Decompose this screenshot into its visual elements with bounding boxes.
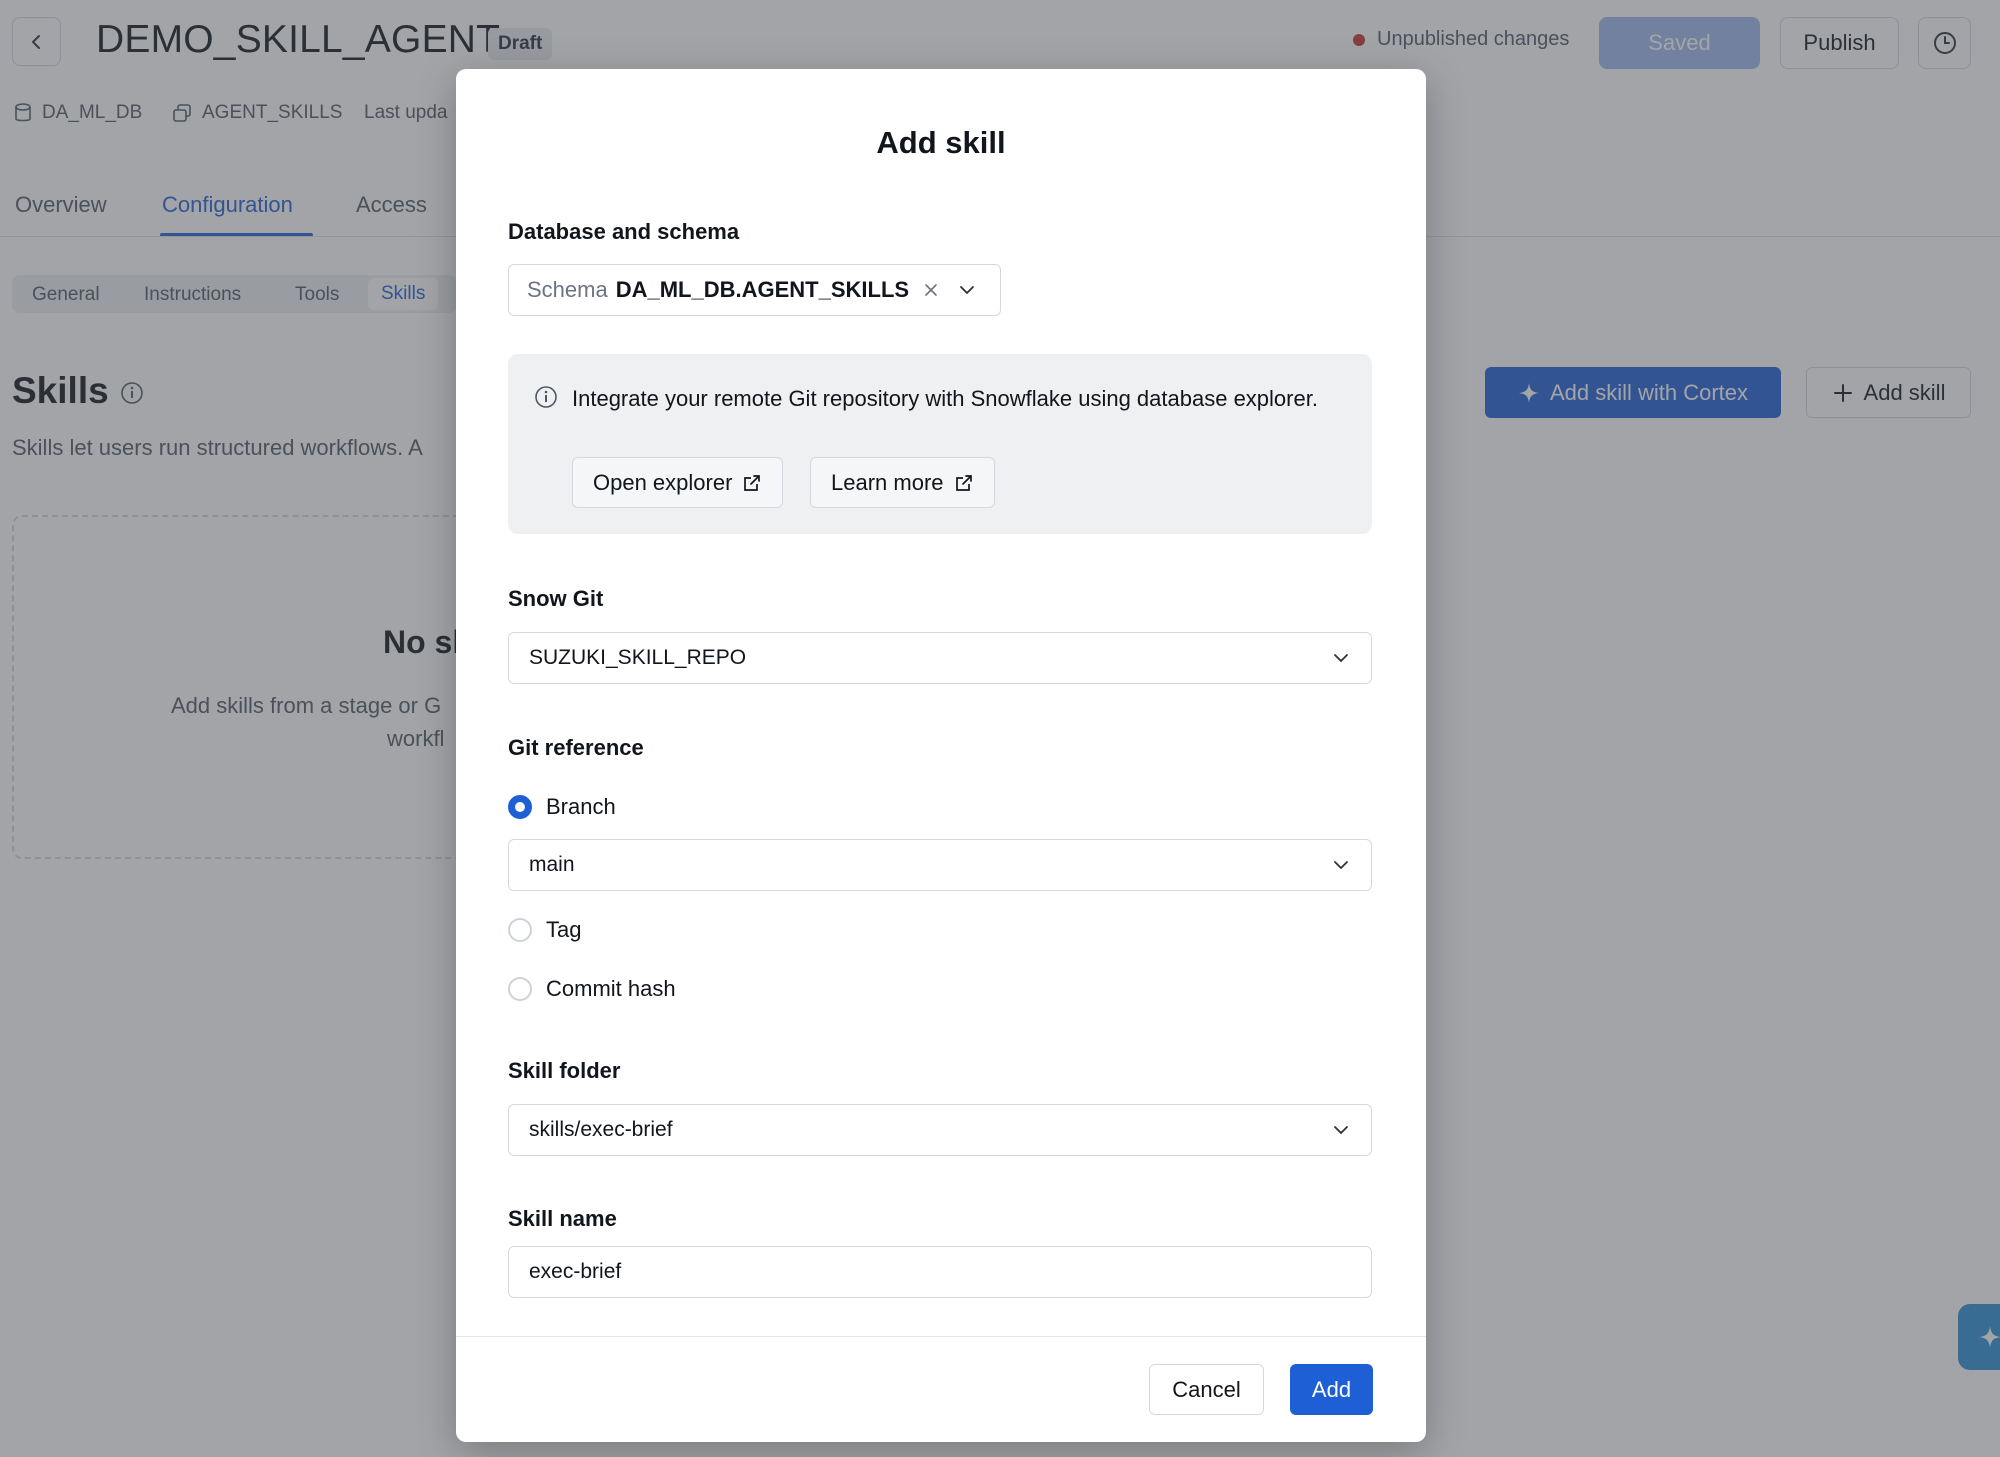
radio-tag-control[interactable] bbox=[508, 918, 532, 942]
chevron-down-icon bbox=[1334, 654, 1348, 662]
git-info-banner: Integrate your remote Git repository wit… bbox=[508, 354, 1372, 534]
dialog-title: Add skill bbox=[876, 125, 1006, 160]
chevron-down-icon bbox=[1334, 1126, 1348, 1134]
chevron-down-icon bbox=[1334, 861, 1348, 869]
radio-tag[interactable]: Tag bbox=[508, 917, 581, 943]
radio-commit-hash-label: Commit hash bbox=[546, 976, 676, 1001]
radio-branch-control[interactable] bbox=[508, 795, 532, 819]
snow-git-value: SUZUKI_SKILL_REPO bbox=[529, 646, 747, 669]
skill-folder-value: skills/exec-brief bbox=[529, 1118, 673, 1141]
open-explorer-label: Open explorer bbox=[593, 469, 733, 495]
snow-git-select[interactable]: SUZUKI_SKILL_REPO bbox=[508, 632, 1372, 684]
cancel-button[interactable]: Cancel bbox=[1149, 1364, 1264, 1415]
external-link-icon bbox=[955, 474, 972, 491]
learn-more-button[interactable]: Learn more bbox=[810, 457, 995, 508]
radio-branch[interactable]: Branch bbox=[508, 794, 616, 820]
radio-commit-hash-control[interactable] bbox=[508, 977, 532, 1001]
branch-select[interactable]: main bbox=[508, 839, 1372, 891]
skill-name-label: Skill name bbox=[508, 1206, 617, 1231]
radio-branch-label: Branch bbox=[546, 794, 616, 819]
dialog-footer-divider bbox=[456, 1336, 1426, 1337]
schema-select[interactable]: Schema DA_ML_DB.AGENT_SKILLS bbox=[508, 264, 1001, 316]
chevron-down-icon[interactable] bbox=[957, 280, 977, 300]
add-button[interactable]: Add bbox=[1290, 1364, 1373, 1415]
schema-value: DA_ML_DB.AGENT_SKILLS bbox=[615, 277, 910, 302]
radio-commit-hash[interactable]: Commit hash bbox=[508, 976, 676, 1002]
external-link-icon bbox=[744, 474, 761, 491]
close-icon[interactable] bbox=[923, 282, 939, 298]
snow-git-label: Snow Git bbox=[508, 586, 604, 611]
info-icon bbox=[535, 386, 557, 408]
git-reference-label: Git reference bbox=[508, 735, 644, 760]
radio-tag-label: Tag bbox=[546, 917, 582, 942]
branch-value: main bbox=[529, 853, 575, 876]
skill-folder-select[interactable]: skills/exec-brief bbox=[508, 1104, 1372, 1156]
skill-name-input[interactable] bbox=[508, 1246, 1372, 1298]
learn-more-label: Learn more bbox=[831, 469, 944, 495]
add-skill-dialog: Add skill Database and schema Schema DA_… bbox=[456, 69, 1426, 1442]
open-explorer-button[interactable]: Open explorer bbox=[572, 457, 784, 508]
db-schema-label: Database and schema bbox=[508, 219, 740, 244]
schema-prefix: Schema bbox=[527, 277, 608, 302]
git-info-text: Integrate your remote Git repository wit… bbox=[572, 386, 1318, 411]
skill-folder-label: Skill folder bbox=[508, 1058, 621, 1083]
